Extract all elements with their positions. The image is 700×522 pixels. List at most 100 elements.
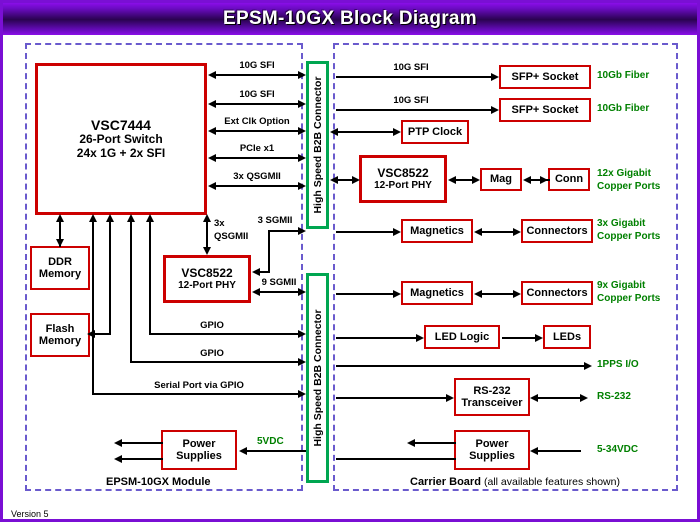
block-carrier-vsc8522-phy: VSC8522 12-Port PHY	[359, 155, 447, 203]
block-ptp-clock: PTP Clock	[401, 120, 469, 144]
label-9x-gigabit-a: 9x Gigabit	[597, 280, 646, 291]
block-leds-label: LEDs	[552, 330, 582, 343]
line-gpio1-horz	[149, 333, 299, 335]
arrow-carrier-pwr-out1	[407, 439, 415, 447]
label-3x-gigabit-b: Copper Ports	[597, 231, 661, 242]
arrow-serial-right	[298, 390, 306, 398]
block-rs232-line1: RS-232	[473, 384, 511, 397]
block-flash-line2: Memory	[38, 335, 82, 347]
block-led-logic-label: LED Logic	[434, 330, 490, 343]
line-mod-pwr-out2	[121, 458, 163, 460]
arrow-mod-pwr-out1	[114, 439, 122, 447]
arrow-led-in	[416, 334, 424, 342]
line-9sgmii	[259, 291, 299, 293]
arrow-pcie-right	[298, 154, 306, 162]
arrow-9sgmii-right	[298, 288, 306, 296]
line-3sgmii-vert	[268, 231, 270, 273]
label-10gb-fiber-1: 10Gb Fiber	[597, 70, 650, 81]
line-led-in	[336, 337, 417, 339]
module-footer: EPSM-10GX Module	[106, 476, 211, 488]
line-ptp	[336, 131, 394, 133]
block-led-logic: LED Logic	[424, 325, 500, 349]
arrow-ptp-left	[330, 128, 338, 136]
arrow-carrier-sfi1	[491, 73, 499, 81]
block-connectors-1: Connectors	[521, 219, 593, 243]
version-label: Version 5	[11, 509, 49, 519]
arrow-sfi1-left	[208, 71, 216, 79]
line-sfi2	[215, 103, 299, 105]
arrow-3sgmii-right	[298, 227, 306, 235]
label-pcie: PCIe x1	[239, 143, 275, 154]
block-magnetics2-label: Magnetics	[410, 286, 464, 299]
block-vsc7444-switch: VSC7444 26-Port Switch 24x 1G + 2x SFI	[35, 63, 207, 215]
arrow-vdc-in	[530, 447, 538, 455]
label-gpio1: GPIO	[200, 320, 224, 331]
line-gpio2-vert	[130, 216, 132, 362]
line-flash-vert	[109, 216, 111, 334]
arrow-mag-conn-left	[523, 176, 531, 184]
arrow-phy-qsgmii-up	[203, 214, 211, 222]
arrow-9sgmii-left	[252, 288, 260, 296]
title-bar: EPSM-10GX Block Diagram	[3, 3, 697, 35]
arrow-sfi2-right	[298, 100, 306, 108]
line-gpio1-vert	[149, 216, 151, 334]
block-vsc7444-line3: 24x 1G + 2x SFI	[76, 145, 166, 160]
block-module-phy-line1: VSC8522	[181, 265, 233, 280]
label-qsgmii-3x-a: 3x	[214, 218, 225, 229]
arrow-mag-conn-right	[540, 176, 548, 184]
block-rs232-transceiver: RS-232 Transceiver	[454, 378, 530, 416]
arrow-carrier-phy-in	[352, 176, 360, 184]
block-module-phy-line2: 12-Port PHY	[178, 280, 236, 292]
block-carrier-power-supplies: Power Supplies	[454, 430, 530, 470]
line-3sgmii-top	[268, 230, 299, 232]
line-mag1-conn1	[481, 231, 515, 233]
line-serial-vert	[92, 216, 94, 394]
arrow-qsgmii-right	[298, 182, 306, 190]
line-3sgmii-bottom	[259, 271, 270, 273]
label-5vdc: 5VDC	[257, 436, 284, 447]
arrow-mag1-conn1-left	[474, 228, 482, 236]
line-carrier-pwr-out2	[336, 458, 456, 460]
line-carrier-sfi2	[336, 109, 492, 111]
block-ddr-memory: DDR Memory	[30, 246, 90, 290]
arrow-serial-up	[89, 214, 97, 222]
connector-b2b-bottom-label: High Speed B2B Connector	[311, 309, 324, 447]
block-carrier-power-line1: Power	[475, 437, 509, 450]
block-flash-memory: Flash Memory	[30, 313, 90, 357]
line-vdc-in	[537, 450, 581, 452]
block-magnetics-1: Magnetics	[401, 219, 473, 243]
line-qsgmii	[215, 185, 299, 187]
carrier-footer-note: (all available features shown)	[483, 476, 620, 488]
arrow-phy-qsgmii-down	[203, 247, 211, 255]
label-12x-gigabit-a: 12x Gigabit	[597, 168, 651, 179]
arrow-carrier-phy-in-l	[330, 176, 338, 184]
block-sfp2-label: SFP+ Socket	[511, 103, 579, 116]
label-carrier-sfi1: 10G SFI	[393, 62, 429, 73]
label-12x-gigabit-b: Copper Ports	[597, 181, 661, 192]
block-magnetics-2: Magnetics	[401, 281, 473, 305]
arrow-ptp-right	[393, 128, 401, 136]
arrow-gpio1-up	[146, 214, 154, 222]
line-gpio2-horz	[130, 361, 299, 363]
arrow-carrier-sfi2	[491, 106, 499, 114]
arrow-rs232-out-right	[580, 394, 588, 402]
label-serial: Serial Port via GPIO	[154, 380, 244, 391]
block-vsc7444-line2: 26-Port Switch	[79, 132, 163, 147]
line-rs232-out	[537, 397, 581, 399]
line-led-leds	[502, 337, 536, 339]
block-conn-label: Conn	[554, 173, 584, 186]
block-diagram-page: EPSM-10GX Block Diagram VSC7444 26-Port …	[0, 0, 700, 522]
connector-b2b-top-label: High Speed B2B Connector	[311, 76, 324, 214]
arrow-pcie-left	[208, 154, 216, 162]
arrow-gpio2-up	[127, 214, 135, 222]
label-gpio2: GPIO	[200, 348, 224, 359]
arrow-magnetics1-in	[393, 228, 401, 236]
label-1pps-io: 1PPS I/O	[597, 359, 639, 370]
module-footer-label: EPSM-10GX Module	[106, 476, 211, 488]
arrow-mag2-conn2-right	[513, 290, 521, 298]
block-carrier-power-line2: Supplies	[469, 450, 515, 462]
line-5vdc	[246, 450, 306, 452]
block-connectors-2: Connectors	[521, 281, 593, 305]
label-9x-gigabit-b: Copper Ports	[597, 293, 661, 304]
carrier-footer: Carrier Board (all available features sh…	[410, 476, 620, 488]
